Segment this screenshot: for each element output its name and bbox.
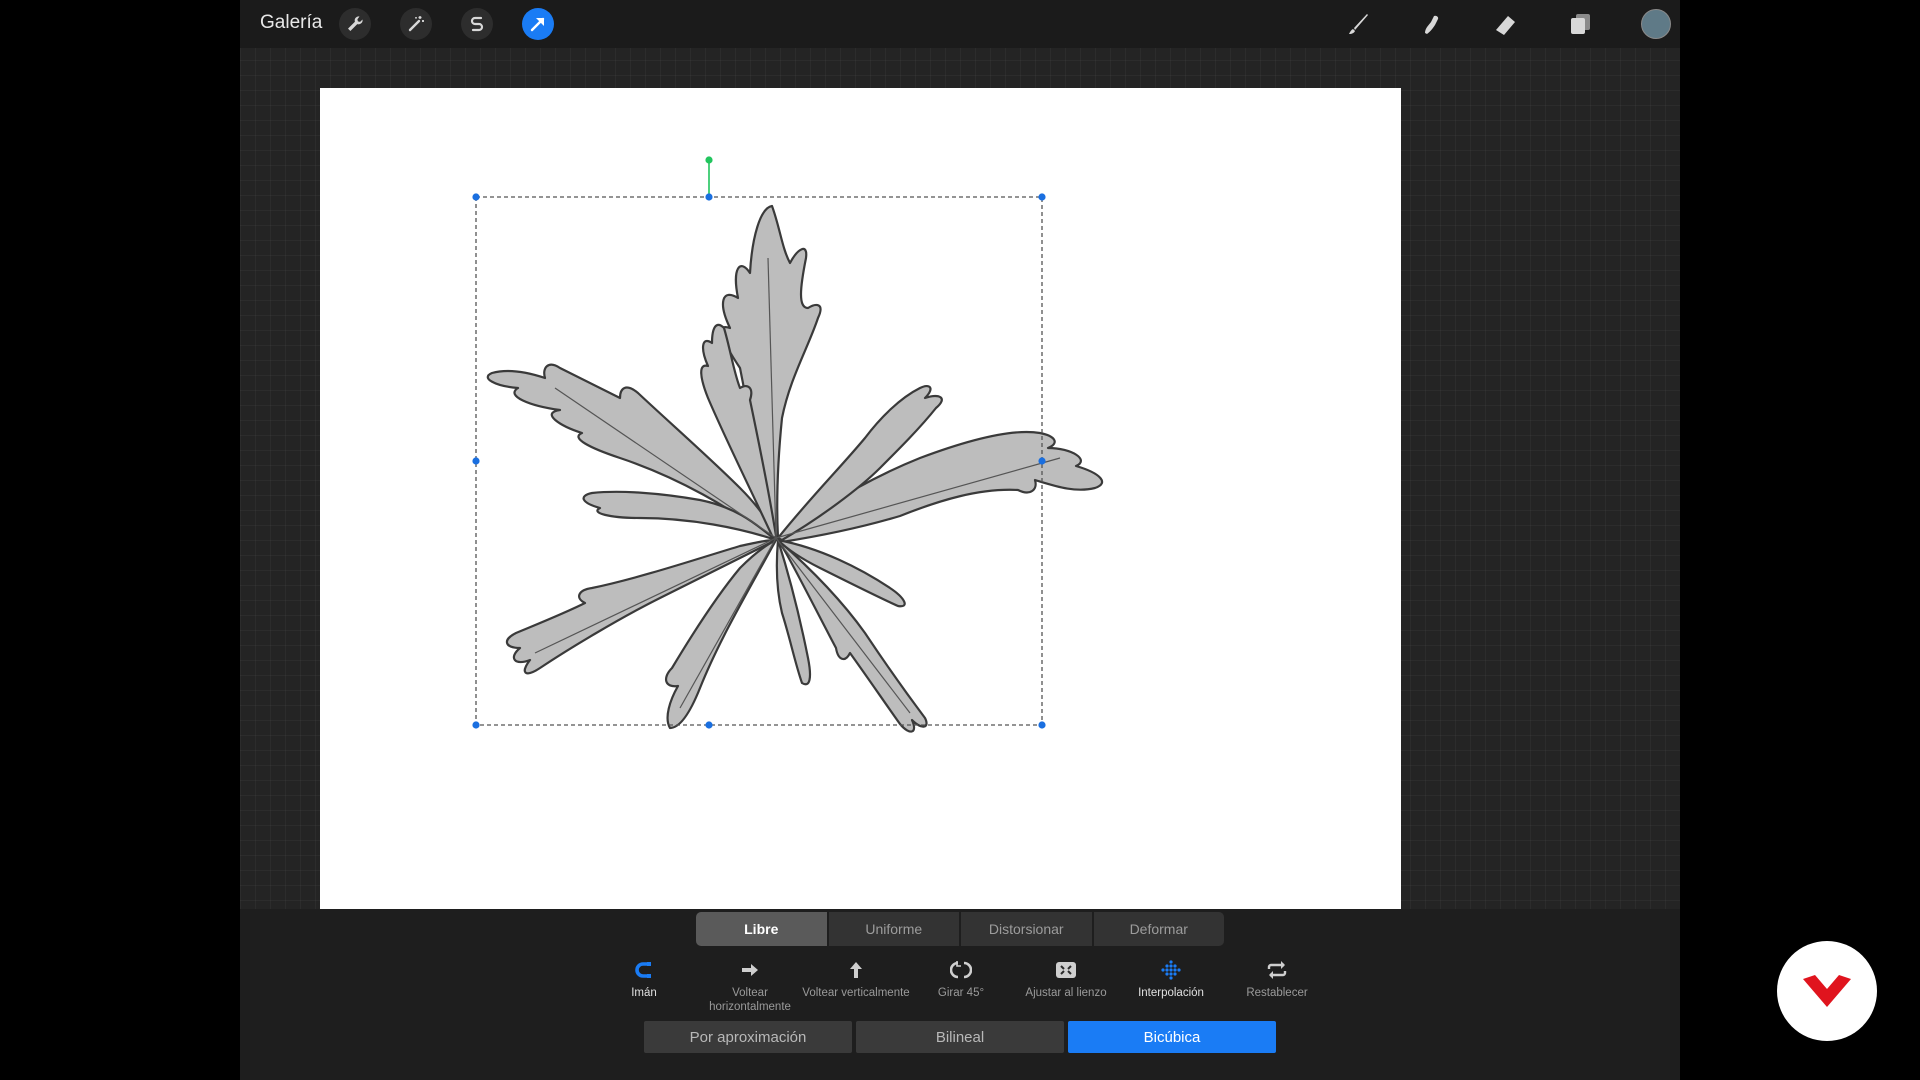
reset-icon [1222,957,1332,983]
rotation-handle[interactable] [705,156,713,164]
color-picker-swatch[interactable] [1641,9,1671,39]
mode-deformar[interactable]: Deformar [1093,912,1224,946]
brush-icon[interactable] [1342,8,1374,40]
handle-top[interactable] [705,193,713,201]
flip-vertical-label: Voltear verticalmente [802,987,910,999]
flip-vertical-button[interactable]: Voltear verticalmente [801,957,911,1000]
magnet-button[interactable]: Imán [589,957,699,1000]
interp-bilinear-button[interactable]: Bilineal [856,1021,1064,1053]
mode-libre[interactable]: Libre [696,912,827,946]
procreate-app: Galería Libre Uniforme Distorsionar Defo… [240,0,1680,1080]
flip-horizontal-label: Voltear horizontalmente [709,987,791,1013]
gallery-button[interactable]: Galería [260,12,322,34]
arrow-up-icon [801,957,911,983]
top-toolbar: Galería [240,0,1680,48]
interp-nearest-button[interactable]: Por aproximación [644,1021,852,1053]
brand-logo [1777,941,1877,1041]
flip-horizontal-button[interactable]: Voltear horizontalmente [695,957,805,1014]
smudge-icon[interactable] [1416,8,1448,40]
magic-wand-icon[interactable] [400,8,432,40]
transform-tools-row: Imán Voltear horizontalmente Voltear ver… [240,957,1680,1017]
rotate-45-label: Girar 45° [937,987,985,999]
magnet-label: Imán [631,987,657,999]
handle-bottom-left[interactable] [472,721,480,729]
arrow-right-icon [695,957,805,983]
rotate-45-button[interactable]: Girar 45° [906,957,1016,1000]
canvas-artwork [472,156,1104,733]
interp-bicubic-button[interactable]: Bicúbica [1068,1021,1276,1053]
fit-canvas-label: Ajustar al lienzo [1025,987,1107,999]
brand-chevron-icon [1803,975,1851,1007]
interpolation-grid-icon [1116,957,1226,983]
transform-mode-segmented: Libre Uniforme Distorsionar Deformar [696,912,1224,946]
drawing-canvas[interactable] [320,88,1401,909]
magnet-icon [589,957,699,983]
leaf-illustration [486,204,1104,733]
fit-canvas-button[interactable]: Ajustar al lienzo [1011,957,1121,1000]
interpolation-button[interactable]: Interpolación [1116,957,1226,1000]
mode-uniforme[interactable]: Uniforme [828,912,959,946]
reset-button[interactable]: Restablecer [1222,957,1332,1000]
interpolation-options: Por aproximación Bilineal Bicúbica [644,1021,1276,1053]
fit-canvas-icon [1011,957,1121,983]
handle-top-left[interactable] [472,193,480,201]
handle-bottom-right[interactable] [1038,721,1046,729]
selection-s-icon[interactable] [461,8,493,40]
layers-icon[interactable] [1564,8,1596,40]
handle-bottom[interactable] [705,721,713,729]
mode-distorsionar[interactable]: Distorsionar [961,912,1092,946]
handle-top-right[interactable] [1038,193,1046,201]
transform-toolbar: Libre Uniforme Distorsionar Deformar Imá… [240,909,1680,1080]
rotate-icon [906,957,1016,983]
reset-label: Restablecer [1246,987,1308,999]
wrench-icon[interactable] [339,8,371,40]
eraser-icon[interactable] [1490,8,1522,40]
handle-left[interactable] [472,457,480,465]
interpolation-label: Interpolación [1138,987,1204,999]
transform-arrow-icon[interactable] [522,8,554,40]
handle-right[interactable] [1038,457,1046,465]
